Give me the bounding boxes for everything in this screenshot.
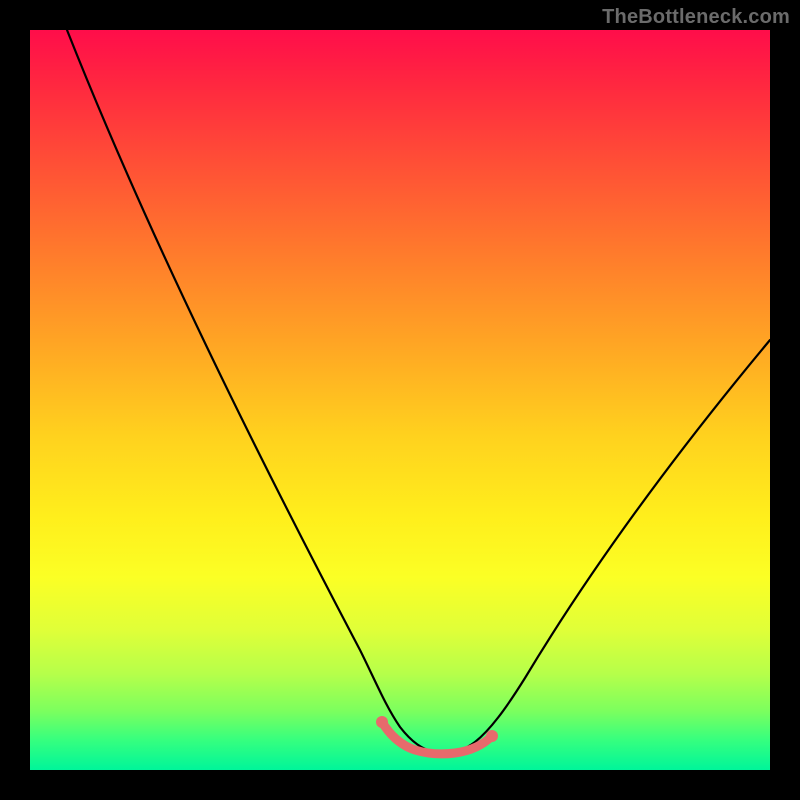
- bottleneck-curve: [67, 30, 770, 753]
- optimal-range-end-right: [486, 730, 498, 742]
- curve-layer: [30, 30, 770, 770]
- optimal-range-end-left: [376, 716, 388, 728]
- chart-frame: TheBottleneck.com: [0, 0, 800, 800]
- watermark-text: TheBottleneck.com: [602, 6, 790, 29]
- plot-area: [30, 30, 770, 770]
- optimal-range-marker: [382, 722, 492, 754]
